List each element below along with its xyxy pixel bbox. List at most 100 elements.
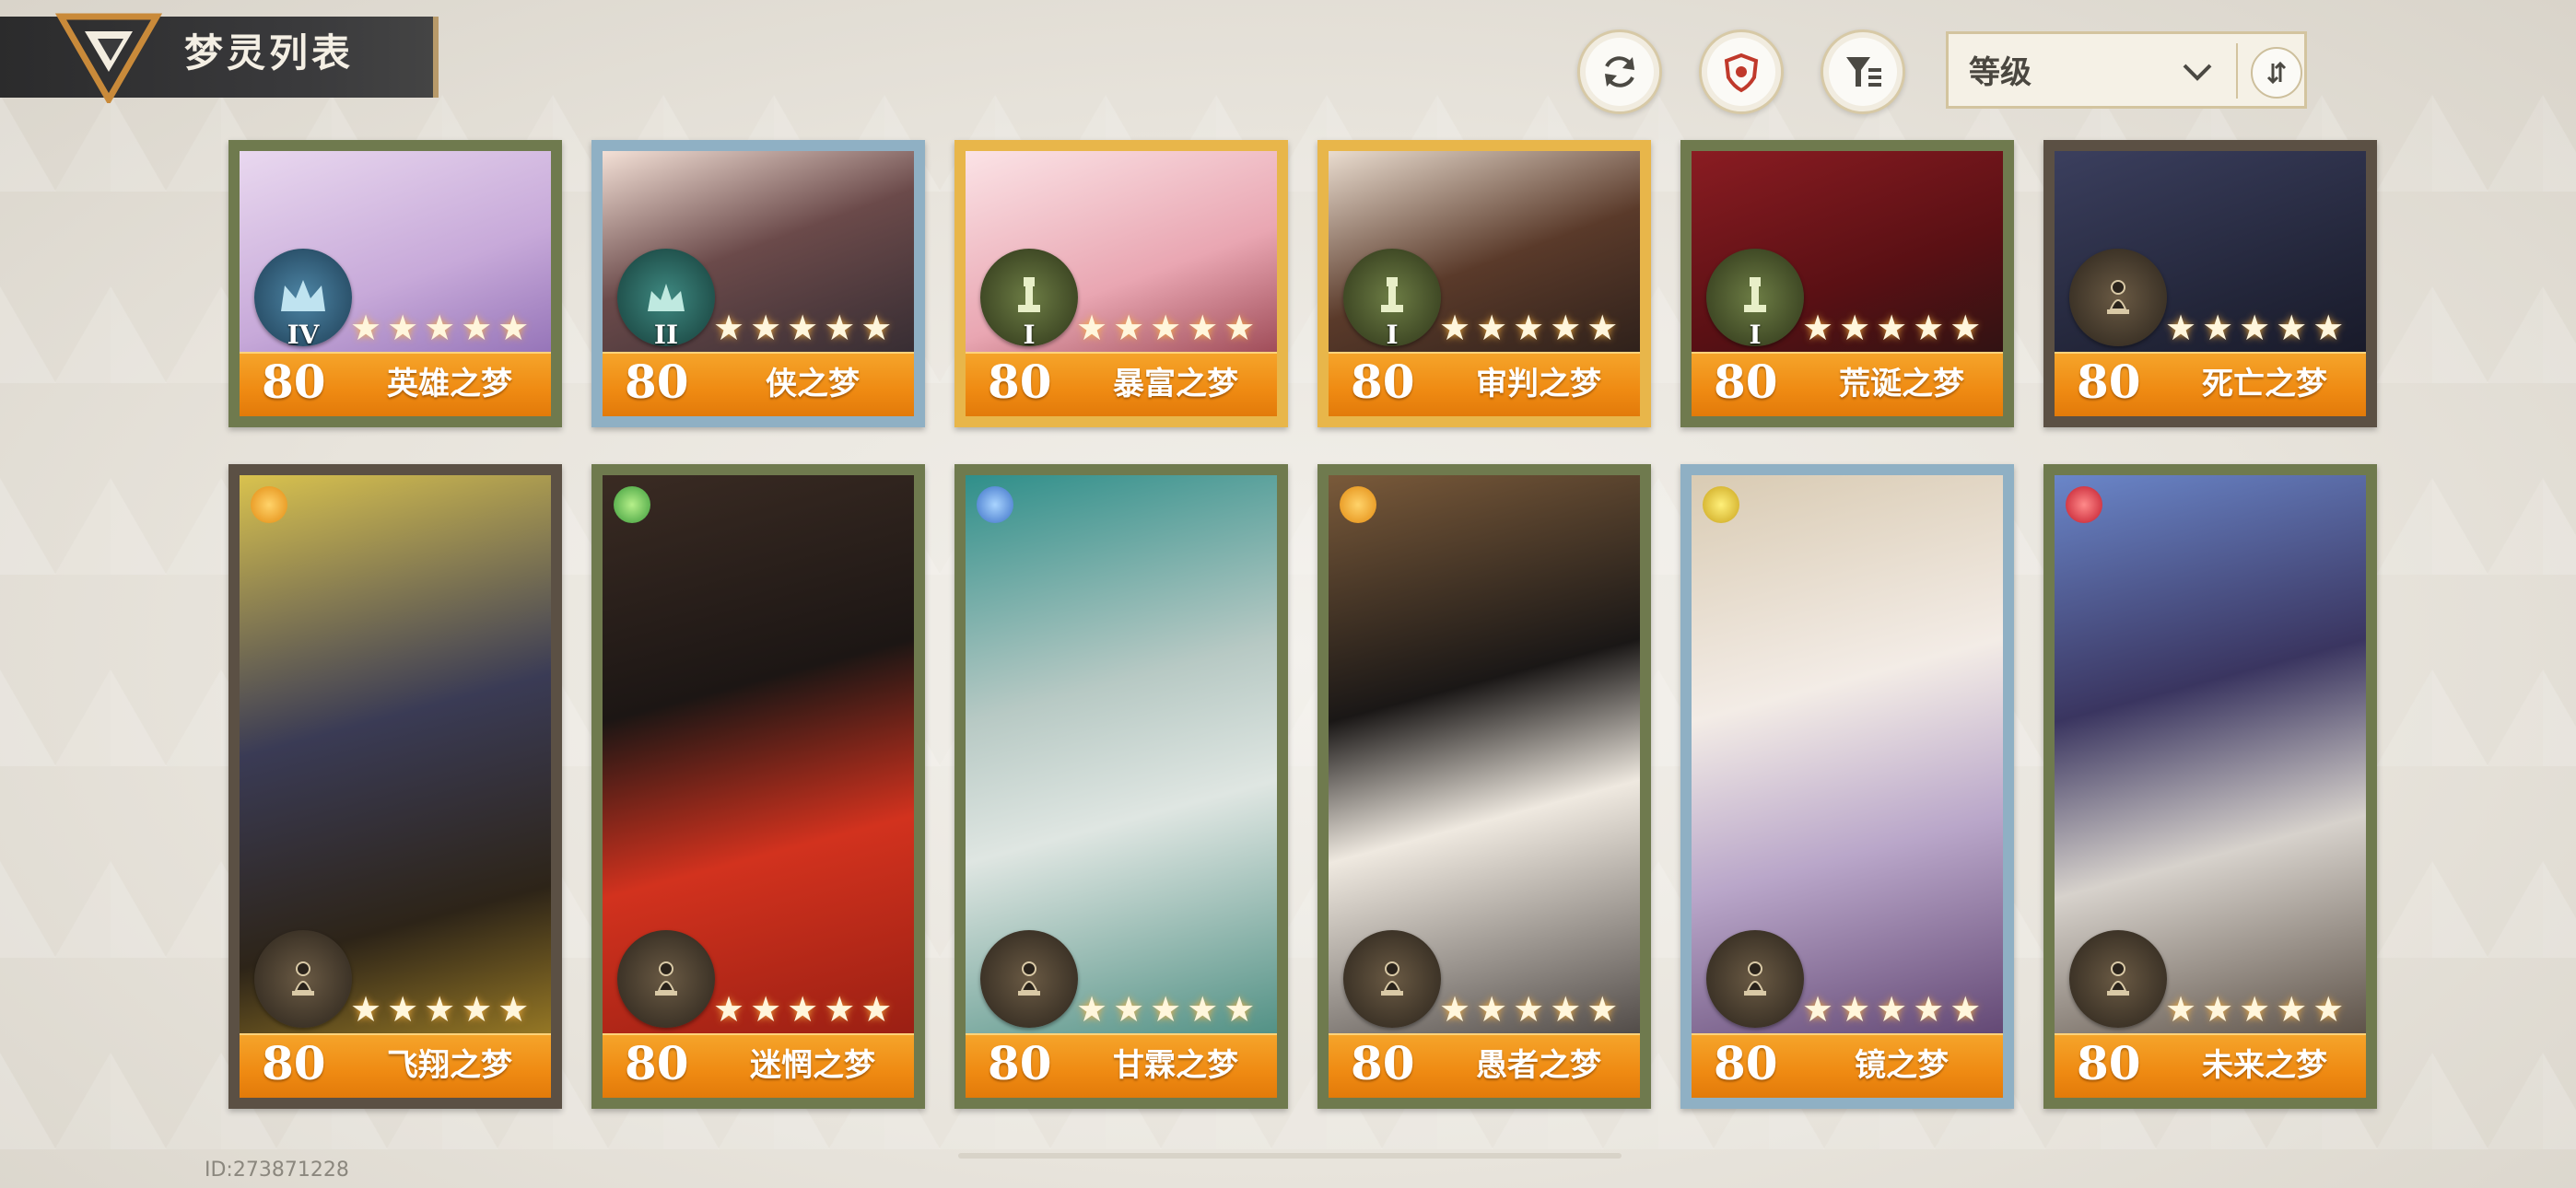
card-name: 甘霖之梦 [1113, 1047, 1238, 1084]
pawn-icon [1744, 961, 1766, 996]
star-rating: ★★★★★ [1802, 308, 1987, 348]
star-rating: ★★★★★ [1439, 308, 1624, 348]
shield-button[interactable] [1699, 29, 1784, 114]
card-level: 80 [625, 355, 689, 409]
star-rating: ★★★★★ [713, 308, 898, 348]
card-footer: 80 暴富之梦 [966, 352, 1277, 416]
character-card[interactable]: I ★★★★★ 80 暴富之梦 [954, 140, 1288, 427]
character-card[interactable]: ★★★★★ 80 未来之梦 [2043, 464, 2377, 1109]
card-level: 80 [1351, 355, 1415, 409]
card-name: 死亡之梦 [2202, 366, 2327, 402]
card-name: 未来之梦 [2202, 1047, 2327, 1084]
rank-badge [2069, 930, 2167, 1028]
card-name: 侠之梦 [766, 366, 860, 402]
rank-text: II [653, 320, 679, 350]
card-level: 80 [988, 355, 1052, 409]
card-footer: 80 未来之梦 [2055, 1033, 2366, 1098]
card-name: 英雄之梦 [387, 366, 512, 402]
card-level: 80 [2077, 1036, 2141, 1090]
pawn-icon [655, 961, 677, 996]
character-card[interactable]: I ★★★★★ 80 荒诞之梦 [1680, 140, 2014, 427]
card-footer: 80 甘霖之梦 [966, 1033, 1277, 1098]
sort-divider [2236, 43, 2238, 99]
rank-text: I [1023, 320, 1036, 350]
rank-badge [980, 930, 1078, 1028]
shield-icon [1724, 52, 1759, 93]
chevron-down-icon [2183, 64, 2212, 81]
character-card[interactable]: II ★★★★★ 80 侠之梦 [591, 140, 925, 427]
pawn-icon [1381, 961, 1403, 996]
chess-piece-icon [1381, 277, 1403, 312]
sort-label: 等级 [1969, 54, 2032, 91]
card-level: 80 [262, 1036, 326, 1090]
sort-dropdown[interactable]: 等级 [1946, 31, 2307, 109]
horizontal-scrollbar[interactable] [958, 1153, 1622, 1159]
refresh-button[interactable] [1577, 29, 1662, 114]
star-rating: ★★★★★ [1076, 989, 1261, 1030]
card-level: 80 [1351, 1036, 1415, 1090]
element-sun-icon [251, 486, 287, 523]
character-card[interactable]: I ★★★★★ 80 审判之梦 [1317, 140, 1651, 427]
star-rating: ★★★★★ [2165, 989, 2350, 1030]
star-rating: ★★★★★ [713, 989, 898, 1030]
card-level: 80 [1714, 355, 1778, 409]
card-footer: 80 侠之梦 [603, 352, 914, 416]
element-fire-icon [2066, 486, 2102, 523]
rank-badge: II [617, 249, 715, 350]
page-title: 梦灵列表 [184, 30, 355, 76]
card-footer: 80 死亡之梦 [2055, 352, 2366, 416]
rank-text: I [1749, 320, 1762, 350]
star-rating: ★★★★★ [350, 308, 535, 348]
filter-icon [1846, 57, 1881, 87]
character-card[interactable]: IV ★★★★★ 80 英雄之梦 [228, 140, 562, 427]
rank-badge: IV [254, 249, 352, 350]
star-rating: ★★★★★ [1076, 308, 1261, 348]
star-rating: ★★★★★ [1439, 989, 1624, 1030]
pawn-icon [292, 961, 314, 996]
crown-icon [648, 284, 685, 311]
card-level: 80 [625, 1036, 689, 1090]
character-card[interactable]: ★★★★★ 80 愚者之梦 [1317, 464, 1651, 1109]
crown-icon [281, 280, 325, 311]
pawn-icon [1018, 961, 1040, 996]
sort-order-button[interactable] [2251, 47, 2302, 99]
character-card[interactable]: ★★★★★ 80 镜之梦 [1680, 464, 2014, 1109]
card-name: 审判之梦 [1476, 366, 1601, 402]
refresh-icon [1605, 56, 1634, 87]
rank-badge [617, 930, 715, 1028]
card-level: 80 [1714, 1036, 1778, 1090]
back-logo-icon[interactable] [53, 11, 164, 103]
rank-badge: I [1343, 249, 1441, 350]
character-card[interactable]: ★★★★★ 80 迷惘之梦 [591, 464, 925, 1109]
element-planet-icon [614, 486, 650, 523]
sort-order-icon [2266, 61, 2287, 85]
card-name: 暴富之梦 [1113, 366, 1238, 402]
card-level: 80 [2077, 355, 2141, 409]
card-level: 80 [988, 1036, 1052, 1090]
card-footer: 80 迷惘之梦 [603, 1033, 914, 1098]
filter-button[interactable] [1821, 29, 1905, 114]
star-rating: ★★★★★ [350, 989, 535, 1030]
character-card[interactable]: ★★★★★ 80 甘霖之梦 [954, 464, 1288, 1109]
card-level: 80 [262, 355, 326, 409]
rank-badge: I [980, 249, 1078, 350]
card-name: 愚者之梦 [1476, 1047, 1601, 1084]
card-footer: 80 英雄之梦 [240, 352, 551, 416]
card-name: 迷惘之梦 [750, 1047, 875, 1084]
character-card[interactable]: ★★★★★ 80 死亡之梦 [2043, 140, 2377, 427]
pawn-icon [2107, 961, 2129, 996]
element-light-icon [1703, 486, 1739, 523]
chess-piece-icon [1018, 277, 1040, 312]
rank-text: I [1386, 320, 1399, 350]
character-card[interactable]: ★★★★★ 80 飞翔之梦 [228, 464, 562, 1109]
rank-text: IV [287, 320, 320, 350]
element-sun-icon [1340, 486, 1376, 523]
card-footer: 80 愚者之梦 [1329, 1033, 1640, 1098]
card-name: 飞翔之梦 [387, 1047, 512, 1084]
rank-badge [1343, 930, 1441, 1028]
pawn-icon [2107, 280, 2129, 314]
rank-badge [2069, 249, 2167, 346]
rank-badge [1706, 930, 1804, 1028]
chess-piece-icon [1744, 277, 1766, 312]
card-name: 荒诞之梦 [1839, 366, 1964, 402]
